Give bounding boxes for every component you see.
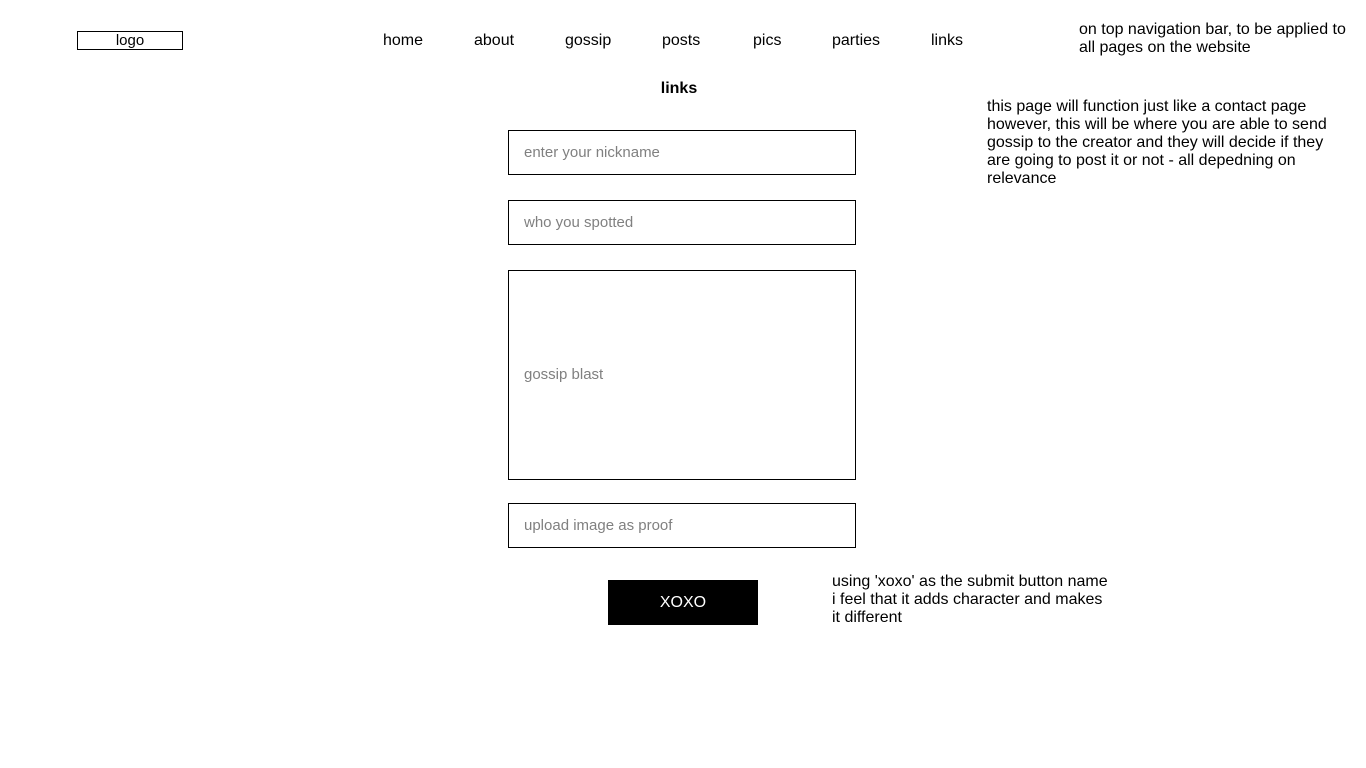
nav-annotation: on top navigation bar, to be applied to …	[1079, 21, 1346, 57]
button-annotation: using 'xoxo' as the submit button name i…	[832, 573, 1108, 627]
button-annotation-line: using 'xoxo' as the submit button name	[832, 573, 1108, 590]
page-annotation-line: relevance	[987, 170, 1057, 187]
gossip-placeholder: gossip blast	[524, 366, 604, 383]
upload-image-field[interactable]: upload image as proof	[508, 503, 856, 548]
nav-annotation-line: on top navigation bar, to be applied to	[1079, 21, 1346, 38]
gossip-textarea[interactable]: gossip blast	[508, 270, 856, 480]
submit-button[interactable]: XOXO	[608, 580, 758, 625]
button-annotation-line: i feel that it adds character and makes	[832, 591, 1103, 608]
nav-home-link[interactable]: home	[383, 31, 423, 50]
button-annotation-line: it different	[832, 609, 902, 626]
page-annotation-line: however, this will be where you are able…	[987, 116, 1327, 133]
spotted-input[interactable]: who you spotted	[508, 200, 856, 245]
spotted-placeholder: who you spotted	[524, 214, 634, 231]
page-annotation-line: this page will function just like a cont…	[987, 98, 1307, 115]
nav-parties-link[interactable]: parties	[832, 31, 880, 50]
page-annotation: this page will function just like a cont…	[987, 98, 1327, 188]
nickname-placeholder: enter your nickname	[524, 144, 660, 161]
nav-annotation-line: all pages on the website	[1079, 39, 1251, 56]
page-title: links	[660, 80, 698, 97]
logo[interactable]: logo	[77, 31, 183, 50]
nav-links-link[interactable]: links	[931, 31, 963, 50]
page-annotation-line: gossip to the creator and they will deci…	[987, 134, 1324, 151]
nav-pics-link[interactable]: pics	[753, 31, 781, 50]
nav-gossip-link[interactable]: gossip	[565, 31, 611, 50]
nav-posts-link[interactable]: posts	[662, 31, 700, 50]
upload-placeholder: upload image as proof	[524, 517, 673, 534]
nav-about-link[interactable]: about	[474, 31, 514, 50]
page-annotation-line: are going to post it or not - all depedn…	[987, 152, 1296, 169]
nickname-input[interactable]: enter your nickname	[508, 130, 856, 175]
